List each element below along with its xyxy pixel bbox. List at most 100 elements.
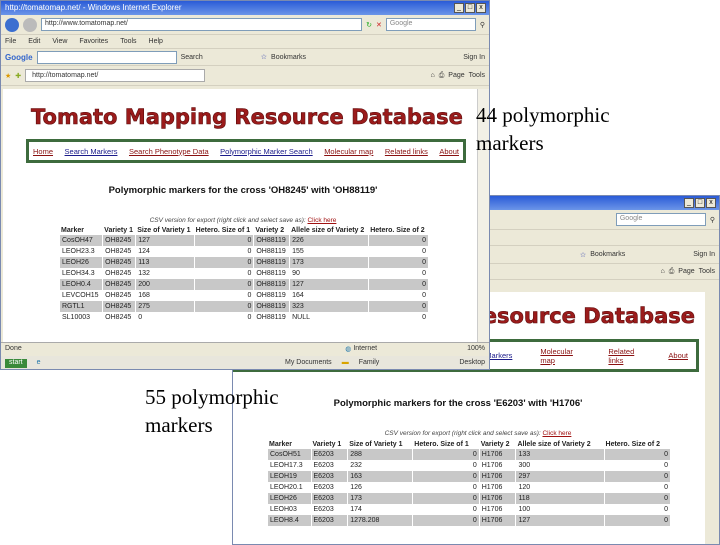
folder-icon: ▬	[341, 359, 349, 366]
globe-icon: ◍	[345, 346, 352, 353]
bookmark-star-icon[interactable]: ☆	[580, 251, 586, 259]
nav-search-markers[interactable]: Search Markers	[65, 147, 118, 156]
my-documents-link[interactable]: My Documents	[285, 359, 332, 368]
search-input[interactable]: Google	[615, 213, 706, 226]
print-icon[interactable]: ⎙	[669, 268, 675, 276]
security-zone: Internet	[353, 345, 378, 352]
menu-edit[interactable]: Edit	[28, 38, 40, 45]
ie-icon[interactable]: e	[37, 359, 41, 368]
table-cell: OH88119	[254, 235, 290, 246]
table-cell: OH88119	[254, 301, 290, 312]
bookmark-star-icon[interactable]: ☆	[261, 53, 267, 61]
start-button[interactable]: start	[5, 359, 27, 368]
table-row: LEOH26 OH8245 113 0 OH88119 173 0	[60, 257, 428, 268]
back-button[interactable]	[5, 17, 19, 32]
site-title: Tomato Mapping Resource Database	[31, 105, 463, 130]
stop-icon[interactable]: ✕	[376, 21, 382, 29]
nav-search-phenotype[interactable]: Search Phenotype Data	[129, 147, 209, 156]
table-cell: H1706	[479, 515, 516, 526]
menu-help[interactable]: Help	[149, 38, 163, 45]
table-cell: 300	[518, 462, 531, 469]
close-button[interactable]: x	[476, 3, 486, 13]
table-cell: LEOH26	[60, 257, 103, 268]
menu-favorites[interactable]: Favorites	[79, 38, 108, 45]
zoom-level[interactable]: 100%	[467, 345, 485, 353]
column-header: Hetero. Size of 2	[605, 441, 660, 448]
table-row: RGTL1 OH8245 275 0 OH88119 323 0	[60, 301, 428, 312]
table-cell: LEOH8.4	[268, 515, 311, 526]
google-search-input[interactable]	[36, 50, 177, 64]
bookmarks-button[interactable]: Bookmarks	[271, 54, 306, 61]
table-cell: 173	[348, 493, 413, 504]
tools-menu[interactable]: Tools	[699, 268, 715, 275]
search-input[interactable]: Google	[385, 18, 476, 31]
nav-related-links[interactable]: Related links	[385, 147, 428, 156]
bookmarks-button[interactable]: Bookmarks	[590, 251, 625, 258]
address-bar[interactable]: http://www.tomatomap.net/	[41, 18, 363, 31]
nav-related-links[interactable]: Related links	[608, 347, 640, 365]
maximize-button[interactable]: □	[465, 3, 475, 13]
minimize-button[interactable]: _	[684, 198, 694, 208]
table-cell: 0	[247, 248, 252, 255]
table-cell: CosOH51	[268, 449, 311, 460]
refresh-icon[interactable]: ↻	[366, 21, 372, 29]
forward-button[interactable]	[23, 17, 37, 32]
nav-bar: Home Search Markers Search Phenotype Dat…	[26, 139, 466, 163]
nav-molecular-map[interactable]: Molecular map	[324, 147, 373, 156]
table-cell: 113	[136, 257, 194, 268]
table-cell: 0	[413, 449, 479, 460]
add-favorite-icon[interactable]: ✚	[15, 72, 21, 80]
nav-home[interactable]: Home	[33, 147, 53, 156]
table-cell: 200	[136, 279, 194, 290]
sign-in-button[interactable]: Sign In	[693, 251, 715, 258]
table-cell: 0	[194, 257, 254, 268]
nav-about[interactable]: About	[439, 147, 459, 156]
print-icon[interactable]: ⎙	[439, 72, 445, 80]
table-cell: 0	[369, 301, 428, 312]
column-header: Hetero. Size of 2	[370, 227, 425, 234]
nav-about[interactable]: About	[668, 351, 688, 360]
home-icon[interactable]: ⌂	[660, 268, 664, 275]
maximize-button[interactable]: □	[695, 198, 705, 208]
title-bar: http://tomatomap.net/ - Windows Internet…	[1, 1, 489, 15]
tab-tomatomap[interactable]: http://tomatomap.net/	[25, 69, 206, 82]
table-row: LEOH20.1 E6203 126 0 H1706 120 0	[268, 482, 670, 493]
menu-file[interactable]: File	[5, 38, 16, 45]
nav-molecular-map[interactable]: Molecular map	[540, 347, 580, 365]
table-cell: 0	[422, 248, 426, 255]
page-menu[interactable]: Page	[448, 72, 464, 79]
table-cell: 164	[292, 292, 304, 299]
table-cell: 133	[516, 449, 604, 460]
markers-table: Marker Variety 1 Size of Variety 1 Hetero. …	[267, 440, 671, 526]
tools-menu[interactable]: Tools	[469, 72, 485, 79]
family-folder-link[interactable]: Family	[359, 359, 380, 368]
nav-polymorphic-search[interactable]: Polymorphic Marker Search	[220, 147, 313, 156]
close-button[interactable]: x	[706, 198, 716, 208]
minimize-button[interactable]: _	[454, 3, 464, 13]
desktop-link[interactable]: Desktop	[459, 359, 485, 368]
favorites-star-icon[interactable]: ★	[5, 72, 11, 80]
table-cell: H1706	[479, 449, 516, 460]
table-cell: 1278.208	[348, 515, 413, 526]
table-cell: 174	[350, 506, 362, 513]
csv-link[interactable]: Click here	[542, 430, 571, 437]
search-icon[interactable]: ⚲	[710, 216, 715, 224]
table-cell: OH8245	[103, 301, 136, 312]
menu-view[interactable]: View	[52, 38, 67, 45]
sign-in-button[interactable]: Sign In	[463, 54, 485, 61]
table-cell: 0	[664, 484, 668, 491]
search-icon[interactable]: ⚲	[480, 21, 485, 29]
caption-bottom: 55 polymorphic markers	[145, 385, 279, 437]
table-cell: 0	[413, 493, 479, 504]
menu-tools[interactable]: Tools	[120, 38, 136, 45]
status-text: Done	[5, 345, 22, 352]
table-cell: OH8245	[105, 292, 132, 299]
google-search-button[interactable]: Search	[181, 54, 203, 61]
column-header: Variety 1	[312, 441, 342, 448]
home-icon[interactable]: ⌂	[430, 72, 434, 79]
csv-link[interactable]: Click here	[307, 217, 336, 224]
page-menu[interactable]: Page	[678, 268, 694, 275]
table-cell: 0	[369, 279, 428, 290]
column-header: Size of Variety 1	[137, 227, 191, 234]
table-cell: 163	[348, 471, 413, 482]
